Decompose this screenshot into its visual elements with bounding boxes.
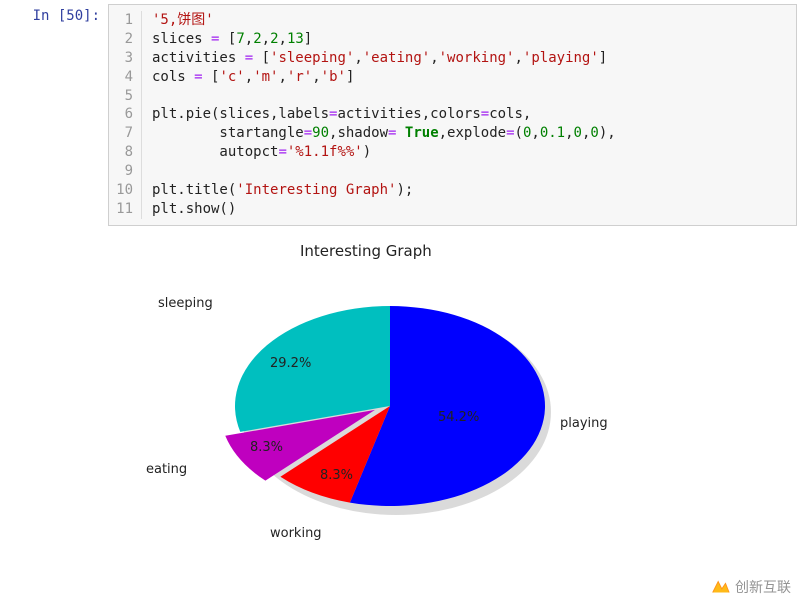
pie-chart: sleeping 29.2% eating 8.3% working 8.3% … [140, 266, 640, 546]
label-eating: eating [146, 462, 187, 477]
label-sleeping: sleeping [158, 296, 213, 311]
pct-working: 8.3% [320, 468, 353, 483]
code-input[interactable]: 1234567891011 '5,饼图' slices = [7,2,2,13]… [108, 4, 797, 226]
label-working: working [270, 526, 322, 541]
pct-playing: 54.2% [438, 410, 479, 425]
chart-title: Interesting Graph [300, 242, 797, 260]
watermark: 创新互联 [709, 576, 791, 598]
pct-sleeping: 29.2% [270, 356, 311, 371]
cell-output: Interesting Graph sleeping 29.2% eating … [100, 230, 797, 546]
pct-eating: 8.3% [250, 440, 283, 455]
code-text[interactable]: '5,饼图' slices = [7,2,2,13] activities = … [142, 11, 626, 219]
label-playing: playing [560, 416, 608, 431]
line-number-gutter: 1234567891011 [109, 11, 142, 219]
logo-icon [709, 576, 731, 598]
watermark-text: 创新互联 [735, 577, 791, 597]
input-prompt: In [50]: [0, 4, 108, 24]
pie-svg [140, 266, 640, 546]
code-cell: In [50]: 1234567891011 '5,饼图' slices = [… [0, 0, 797, 230]
